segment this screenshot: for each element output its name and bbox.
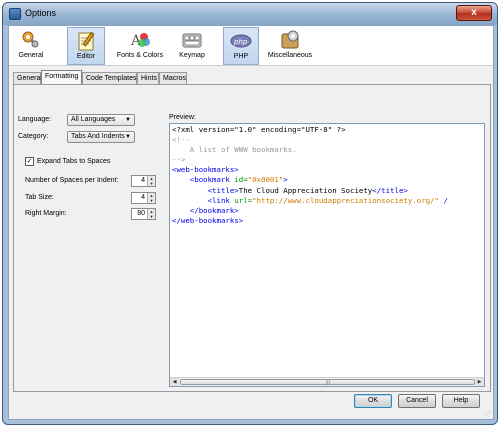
right-margin-label: Right Margin: <box>25 210 67 217</box>
expand-tabs-label: Expand Tabs to Spaces <box>37 158 111 165</box>
code-line: A list of WWW bookmarks. <box>172 145 484 155</box>
language-label: Language: <box>18 116 52 123</box>
preview-pane[interactable]: <?xml version="1.0" encoding="UTF-8" ?> <… <box>169 123 485 387</box>
language-value: All Languages <box>71 116 116 123</box>
expand-tabs-checkbox[interactable]: ✓ <box>25 157 34 166</box>
chevron-down-icon: ▼ <box>125 117 131 123</box>
tab-formatting[interactable]: Formatting <box>41 70 82 84</box>
code-token: id= <box>234 175 248 185</box>
formatting-panel: Language: All Languages ▼ Category: Tabs… <box>13 84 491 392</box>
category-fonts-colors[interactable]: A Fonts & Colors <box>115 27 165 65</box>
language-select[interactable]: All Languages ▼ <box>67 114 135 126</box>
code-token: --> <box>172 155 186 165</box>
dialog-client: General Editor A Fonts & Colors Keymap p… <box>8 25 494 420</box>
category-miscellaneous[interactable]: Miscellaneous <box>265 27 315 65</box>
resize-grip-icon[interactable]: ⋰ <box>485 410 491 417</box>
right-margin-value: 80 <box>137 210 145 217</box>
code-token: "0x0001" <box>247 175 284 185</box>
preview-code: <?xml version="1.0" encoding="UTF-8" ?> <… <box>172 125 484 226</box>
code-token: A list of WWW bookmarks. <box>172 145 297 155</box>
cancel-button[interactable]: Cancel <box>398 394 436 408</box>
tab-size-spinner[interactable]: 4 ▲ ▼ <box>131 192 156 204</box>
category-label: Keymap <box>179 52 205 59</box>
grip-icon: ||| <box>326 380 330 386</box>
category-label: Fonts & Colors <box>116 52 164 59</box>
code-token: <title> <box>172 185 239 195</box>
ok-button[interactable]: OK <box>354 394 392 408</box>
category-general[interactable]: General <box>13 27 49 65</box>
tab-general[interactable]: General <box>13 72 42 84</box>
code-token: <?xml version="1.0" encoding="UTF-8" ?> <box>172 125 346 134</box>
title-bar[interactable]: Options x <box>3 3 497 25</box>
spinner-buttons: ▲ ▼ <box>147 176 155 186</box>
code-line: <link url="http://www.cloudappreciations… <box>172 196 484 206</box>
category-toolbar: General Editor A Fonts & Colors Keymap p… <box>9 26 493 66</box>
tab-code-templates[interactable]: Code Templates <box>82 72 137 84</box>
horizontal-scrollbar[interactable]: ◀ ||| ▶ <box>170 377 484 386</box>
spinner-buttons: ▲ ▼ <box>147 209 155 219</box>
code-token: <bookmark <box>172 175 235 185</box>
chevron-down-icon: ▼ <box>125 134 131 140</box>
code-token: </web-bookmarks> <box>172 215 244 225</box>
category-php[interactable]: php PHP <box>223 27 259 65</box>
scroll-left-icon[interactable]: ◀ <box>170 378 179 386</box>
code-token: "http://www.cloudappreciationsociety.org… <box>252 195 439 205</box>
code-token: <web-bookmarks> <box>172 165 239 175</box>
spin-down-icon[interactable]: ▼ <box>148 181 155 186</box>
right-margin-spinner[interactable]: 80 ▲ ▼ <box>131 208 156 220</box>
code-line: <bookmark id="0x0001"> <box>172 175 484 185</box>
preview-label: Preview: <box>169 114 196 121</box>
category-label: General <box>18 52 44 59</box>
code-token: url= <box>234 195 253 205</box>
code-line: <web-bookmarks> <box>172 165 484 175</box>
tab-macros[interactable]: Macros <box>159 72 187 84</box>
category-keymap[interactable]: Keymap <box>175 27 209 65</box>
code-token: > <box>283 175 288 185</box>
spaces-per-indent-value: 4 <box>141 177 145 184</box>
code-token: <link <box>172 195 235 205</box>
spin-down-icon[interactable]: ▼ <box>148 214 155 219</box>
window-title: Options <box>25 8 57 18</box>
php-icon: php <box>230 34 252 48</box>
category-select[interactable]: Tabs And Indents ▼ <box>67 131 135 143</box>
code-token: </title> <box>372 185 408 195</box>
tab-size-value: 4 <box>141 194 145 201</box>
code-token: </bookmark> <box>172 205 239 215</box>
svg-text:php: php <box>233 38 248 46</box>
code-line: </web-bookmarks> <box>172 216 484 226</box>
code-token: The Cloud Appreciation Society <box>238 185 373 195</box>
spaces-per-indent-spinner[interactable]: 4 ▲ ▼ <box>131 175 156 187</box>
category-label: Miscellaneous <box>267 52 313 59</box>
general-tools-icon <box>22 31 39 48</box>
category-value: Tabs And Indents <box>71 133 125 140</box>
code-token: / <box>439 195 448 205</box>
scrollbar-thumb[interactable]: ||| <box>180 379 475 386</box>
category-label: Category: <box>18 133 49 140</box>
spinner-buttons: ▲ ▼ <box>147 193 155 203</box>
category-label: PHP <box>233 53 249 60</box>
code-token: <!-- <box>172 135 190 145</box>
category-editor[interactable]: Editor <box>67 27 105 65</box>
miscellaneous-icon <box>281 30 299 49</box>
close-button[interactable]: x <box>456 5 492 21</box>
code-line: <?xml version="1.0" encoding="UTF-8" ?> <box>172 125 484 135</box>
editor-notepad-icon <box>78 31 95 51</box>
spaces-per-indent-label: Number of Spaces per Indent: <box>25 177 119 184</box>
code-line: --> <box>172 155 484 165</box>
keymap-keyboard-icon <box>182 33 202 48</box>
spin-down-icon[interactable]: ▼ <box>148 198 155 203</box>
help-button[interactable]: Help <box>442 394 480 408</box>
app-icon <box>9 8 21 20</box>
code-line: <!-- <box>172 135 484 145</box>
code-line: <title>The Cloud Appreciation Society</t… <box>172 186 484 196</box>
tab-hints[interactable]: Hints <box>137 72 159 84</box>
code-line: </bookmark> <box>172 206 484 216</box>
fonts-colors-icon: A <box>130 33 150 49</box>
options-window: Options x General Editor A Fonts & Color… <box>2 2 498 425</box>
tab-size-label: Tab Size: <box>25 194 54 201</box>
scroll-right-icon[interactable]: ▶ <box>475 378 484 386</box>
category-label: Editor <box>76 53 96 60</box>
